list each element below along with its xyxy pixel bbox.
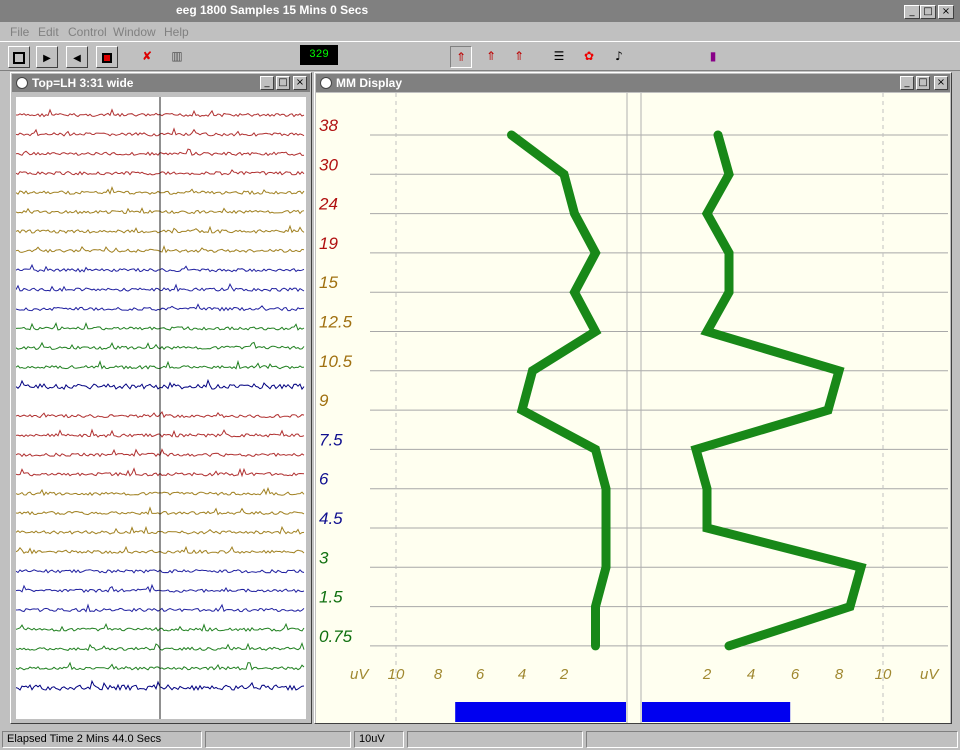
menu-file[interactable]: File bbox=[10, 25, 29, 39]
right-amplitude-bar bbox=[642, 702, 791, 722]
scale-label: 10uV bbox=[354, 731, 404, 748]
list-icon: ☰ bbox=[553, 49, 565, 63]
delete-icon: ✘ bbox=[141, 49, 153, 63]
bookmark-button[interactable]: ▥ bbox=[166, 46, 188, 68]
frequency-label: 4.5 bbox=[319, 509, 343, 528]
frequency-label: 15 bbox=[319, 273, 338, 292]
bookmark-icon: ▥ bbox=[171, 49, 183, 63]
app-title-bar: eeg 1800 Samples 15 Mins 0 Secs _ □ × bbox=[0, 0, 960, 22]
frequency-label: 19 bbox=[319, 234, 338, 253]
purple-device-button[interactable]: ▮ bbox=[702, 46, 724, 68]
left-amplitude-bar bbox=[455, 702, 626, 722]
right-axis-tick: 8 bbox=[835, 666, 844, 683]
frequency-label: 1.5 bbox=[319, 588, 343, 607]
close-button[interactable]: × bbox=[938, 5, 954, 19]
frequency-label: 3 bbox=[319, 548, 329, 567]
right-axis-tick: 10 bbox=[875, 666, 892, 683]
frequency-label: 24 bbox=[318, 195, 338, 214]
eeg-trace-area[interactable] bbox=[16, 97, 306, 719]
panel-icon bbox=[16, 77, 28, 89]
mm-display-panel: MM Display _ □ × 38 30 24 19 15 12.5 10.5 9 7.5 6… bbox=[314, 72, 952, 724]
red-shape-button[interactable]: ✿ bbox=[578, 46, 600, 68]
status-bar: Elapsed Time 2 Mins 44.0 Secs 10uV bbox=[0, 728, 960, 750]
eeg-panel-title: Top=LH 3:31 wide bbox=[32, 76, 134, 90]
rewind-button[interactable]: ◀ bbox=[66, 46, 88, 68]
arrow-up-2-icon: ⇑ bbox=[485, 49, 497, 63]
eeg-close-button[interactable]: × bbox=[293, 76, 307, 90]
list-button[interactable]: ☰ bbox=[548, 46, 570, 68]
note-button[interactable]: ♪ bbox=[608, 46, 630, 68]
sample-counter-display: 329 bbox=[300, 45, 338, 65]
menu-control[interactable]: Control bbox=[68, 25, 107, 39]
toolbar: ▶ ◀ ✘ ▥ ⇑ ⇑ ⇑ ☰ ✿ ♪ ▮ bbox=[0, 41, 960, 101]
left-axis-tick: 4 bbox=[518, 666, 526, 683]
mm-minimize-button[interactable]: _ bbox=[900, 76, 914, 90]
left-axis-tick: 6 bbox=[476, 666, 485, 683]
eeg-minimize-button[interactable]: _ bbox=[260, 76, 274, 90]
minimize-button[interactable]: _ bbox=[904, 5, 920, 19]
arrow-up-2-button[interactable]: ⇑ bbox=[480, 46, 502, 68]
frequency-label: 0.75 bbox=[319, 627, 353, 646]
mm-close-button[interactable]: × bbox=[934, 76, 948, 90]
mm-chart: 383024191512.510.597.564.531.50.75uV 10 8 6… bbox=[316, 93, 950, 723]
right-axis-tick: 4 bbox=[747, 666, 755, 683]
mm-panel-title-bar: MM Display _ □ × bbox=[316, 74, 950, 92]
menu-bar: File Edit Control Window Help bbox=[0, 22, 960, 41]
play-button[interactable]: ▶ bbox=[36, 46, 58, 68]
status-cell-empty-2 bbox=[407, 731, 583, 748]
frequency-label: 6 bbox=[319, 470, 329, 489]
delete-button[interactable]: ✘ bbox=[136, 46, 158, 68]
menu-edit[interactable]: Edit bbox=[38, 25, 59, 39]
eeg-panel-title-bar: Top=LH 3:31 wide _ □ × bbox=[12, 74, 310, 92]
elapsed-time: Elapsed Time 2 Mins 44.0 Secs bbox=[2, 731, 202, 748]
right-axis-unit: uV bbox=[920, 666, 940, 683]
stop-icon bbox=[13, 52, 25, 64]
arrow-up-3-icon: ⇑ bbox=[513, 49, 525, 63]
rewind-icon: ◀ bbox=[73, 53, 81, 64]
red-shape-icon: ✿ bbox=[583, 49, 595, 63]
frequency-label: 10.5 bbox=[319, 352, 353, 371]
left-axis-tick: 2 bbox=[559, 666, 569, 683]
mm-panel-title: MM Display bbox=[336, 76, 403, 90]
frequency-label: 38 bbox=[319, 116, 338, 135]
purple-device-icon: ▮ bbox=[709, 49, 717, 63]
frequency-label: 30 bbox=[319, 155, 338, 174]
note-icon: ♪ bbox=[615, 49, 623, 63]
eeg-trace-panel: Top=LH 3:31 wide _ □ × bbox=[10, 72, 312, 724]
status-cell-empty-1 bbox=[205, 731, 351, 748]
maximize-button[interactable]: □ bbox=[920, 5, 936, 19]
play-icon: ▶ bbox=[43, 53, 51, 64]
mm-background bbox=[316, 93, 950, 723]
frequency-label: 12.5 bbox=[319, 313, 353, 332]
eeg-maximize-button[interactable]: □ bbox=[276, 76, 290, 90]
frequency-label: 7.5 bbox=[319, 430, 343, 449]
menu-help[interactable]: Help bbox=[164, 25, 189, 39]
status-cell-empty-3 bbox=[586, 731, 958, 748]
left-axis-tick: 8 bbox=[434, 666, 443, 683]
arrow-up-3-button[interactable]: ⇑ bbox=[508, 46, 530, 68]
left-axis-tick: 10 bbox=[388, 666, 405, 683]
eeg-background bbox=[16, 97, 306, 719]
right-axis-tick: 2 bbox=[702, 666, 712, 683]
record-button[interactable] bbox=[96, 46, 118, 68]
right-axis-tick: 6 bbox=[791, 666, 800, 683]
arrow-up-1-button[interactable]: ⇑ bbox=[450, 46, 472, 68]
stop-button[interactable] bbox=[8, 46, 30, 68]
panel-icon bbox=[320, 77, 332, 89]
mm-maximize-button[interactable]: □ bbox=[916, 76, 930, 90]
app-title: eeg 1800 Samples 15 Mins 0 Secs bbox=[176, 3, 369, 17]
arrow-up-1-icon: ⇑ bbox=[455, 50, 467, 64]
record-icon bbox=[102, 53, 112, 63]
frequency-label: 9 bbox=[319, 391, 329, 410]
left-axis-unit: uV bbox=[350, 666, 370, 683]
menu-window[interactable]: Window bbox=[113, 25, 156, 39]
